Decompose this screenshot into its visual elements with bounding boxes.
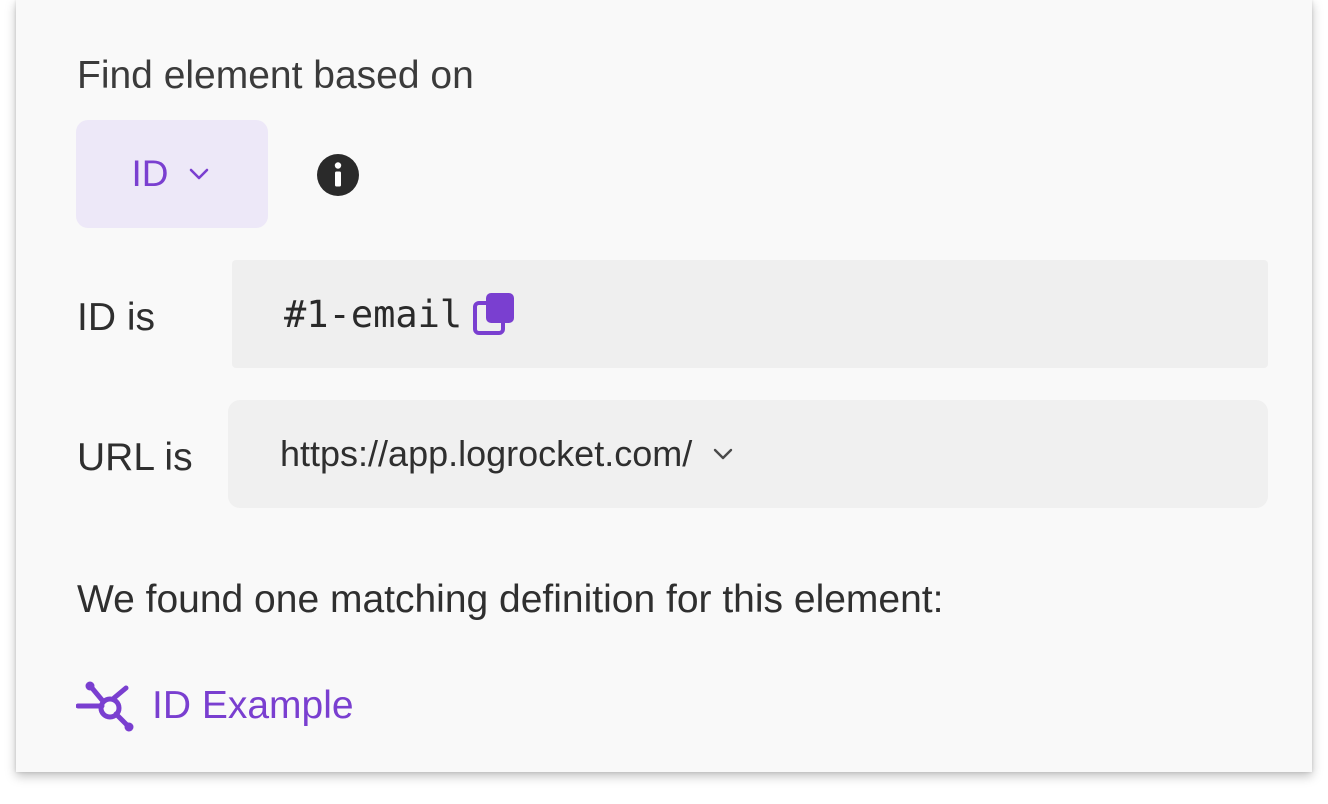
panel-heading: Find element based on <box>77 54 474 97</box>
definition-node-icon <box>76 680 138 732</box>
element-definition-panel: Find element based on ID ID is #1-email … <box>16 0 1312 772</box>
selector-type-dropdown[interactable]: ID <box>76 120 268 228</box>
selector-type-label: ID <box>131 153 169 194</box>
chevron-down-icon <box>710 440 738 468</box>
chevron-down-icon <box>185 160 213 188</box>
definition-label: ID Example <box>152 684 354 727</box>
match-result-text: We found one matching definition for thi… <box>77 578 944 621</box>
id-value: #1-email <box>284 292 463 336</box>
url-row-label: URL is <box>77 436 193 479</box>
url-dropdown[interactable]: https://app.logrocket.com/ <box>228 400 1268 508</box>
info-icon[interactable] <box>316 153 360 197</box>
id-row-label: ID is <box>77 296 155 339</box>
url-value: https://app.logrocket.com/ <box>280 433 693 474</box>
definition-link[interactable]: ID Example <box>76 680 354 732</box>
copy-icon[interactable] <box>472 291 518 337</box>
id-value-field: #1-email <box>232 260 1268 368</box>
